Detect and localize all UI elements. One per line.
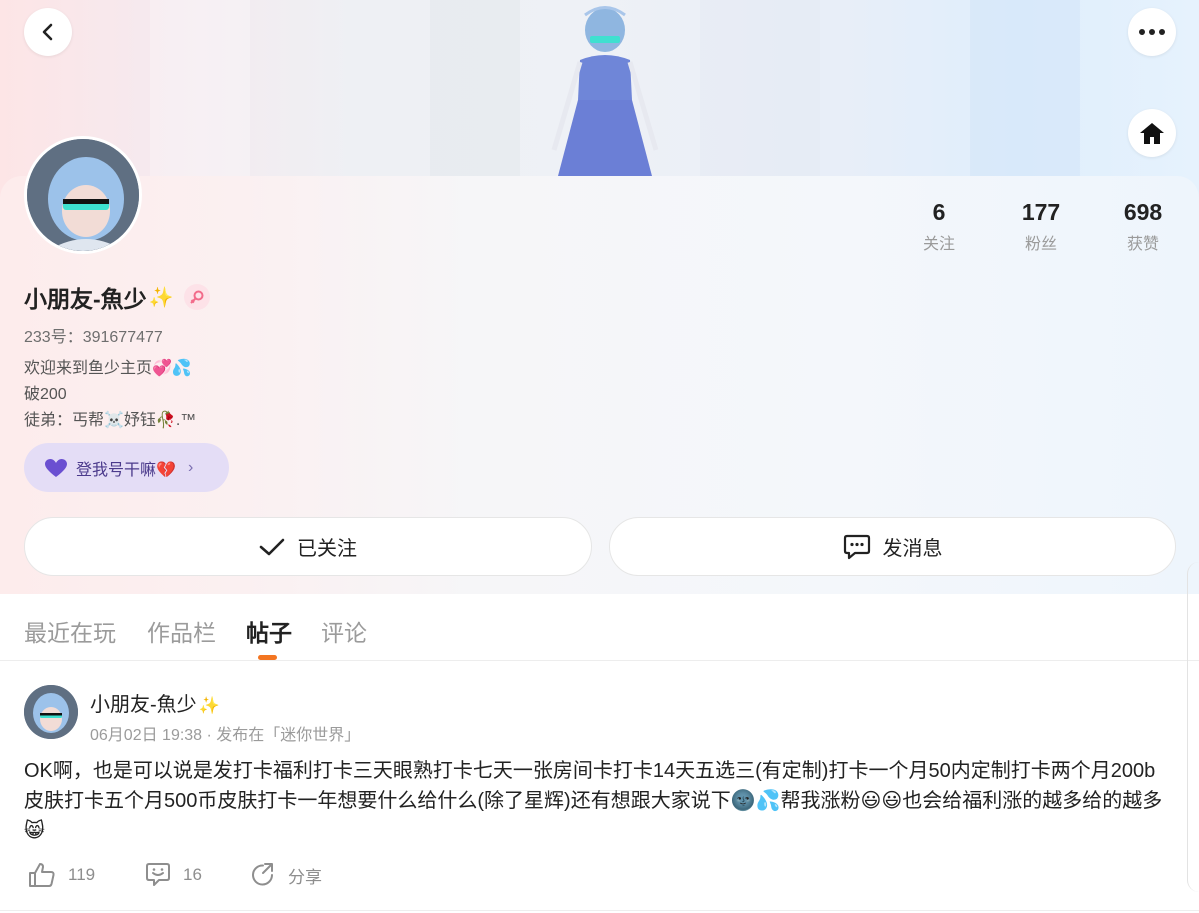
stat-fans-count: 177: [1021, 199, 1061, 225]
purple-heart-icon: [45, 458, 67, 477]
share-label: 分享: [288, 867, 322, 887]
post-meta: 06月02日 19:38 · 发布在「迷你世界」: [90, 727, 361, 744]
like-count: 119: [68, 865, 96, 884]
tag-pill-label: 登我号干嘛💔: [76, 461, 176, 479]
stat-likes-label: 获赞: [1126, 236, 1159, 253]
comment-button[interactable]: 16: [145, 862, 202, 888]
side-panel-edge: [1187, 562, 1199, 892]
home-icon: [1140, 123, 1164, 144]
tab-works[interactable]: 作品栏: [147, 614, 216, 648]
ellipsis-icon: [1139, 29, 1165, 35]
back-button[interactable]: [24, 8, 72, 56]
stat-following-count: 6: [932, 199, 946, 225]
tab-recently-played[interactable]: 最近在玩: [24, 614, 116, 648]
profile-stats: 6 关注 177 粉丝 698 获赞: [888, 198, 1194, 254]
profile-banner: [0, 0, 1199, 200]
chat-bubble-icon: [843, 534, 870, 559]
bio-line: 徒弟：丐帮☠️妤钰🥀.™: [24, 412, 197, 429]
comment-count: 16: [183, 865, 202, 884]
post-author-name[interactable]: 小朋友-魚少 ✨: [90, 688, 220, 717]
chevron-right-icon: ›: [187, 458, 194, 476]
chevron-left-icon: [42, 23, 53, 41]
post-author-name-text: 小朋友-魚少: [90, 694, 197, 716]
user-id: 233号：391677477: [24, 329, 163, 346]
stat-fans[interactable]: 177 粉丝: [990, 198, 1092, 254]
message-button-label: 发消息: [882, 538, 943, 560]
avatar[interactable]: [24, 136, 142, 254]
message-button[interactable]: 发消息: [609, 517, 1176, 576]
post-divider: [0, 910, 1199, 911]
checkmark-icon: [259, 538, 285, 555]
tab-comments[interactable]: 评论: [321, 614, 367, 648]
banner-character-image: [551, 6, 659, 176]
tab-posts[interactable]: 帖子: [246, 614, 292, 648]
followed-button-label: 已关注: [297, 538, 357, 560]
home-button[interactable]: [1128, 109, 1176, 157]
stat-following-label: 关注: [922, 236, 955, 253]
share-icon: [252, 863, 273, 886]
sparkle-icon: ✨: [198, 696, 220, 715]
sparkle-icon: ✨: [148, 286, 174, 309]
nickname-row: 小朋友-魚少 ✨: [24, 280, 210, 314]
stat-likes-count: 698: [1123, 199, 1163, 225]
thumbs-up-icon: [29, 863, 55, 887]
stat-following[interactable]: 6 关注: [888, 198, 990, 254]
followed-button[interactable]: 已关注: [24, 517, 592, 576]
like-button[interactable]: 119: [28, 862, 95, 888]
bio: 欢迎来到鱼少主页💞💦 破200 徒弟：丐帮☠️妤钰🥀.™: [24, 356, 196, 434]
stat-likes[interactable]: 698 获赞: [1092, 198, 1194, 254]
active-tab-indicator: [258, 655, 277, 660]
female-gender-icon: [183, 284, 210, 310]
comment-icon: [146, 863, 170, 886]
bio-line: 欢迎来到鱼少主页💞💦: [24, 360, 192, 377]
bio-line: 破200: [24, 386, 67, 403]
content-tabs: 最近在玩 作品栏 帖子 评论: [0, 594, 1199, 661]
more-button[interactable]: [1128, 8, 1176, 56]
post-body[interactable]: OK啊，也是可以说是发打卡福利打卡三天眼熟打卡七天一张房间卡打卡14天五选三(有…: [24, 756, 1174, 846]
post-author-avatar[interactable]: [24, 685, 78, 739]
profile-tag-pill[interactable]: 登我号干嘛💔 ›: [24, 443, 229, 492]
share-button[interactable]: 分享: [250, 862, 322, 888]
nickname: 小朋友-魚少: [24, 286, 147, 312]
stat-fans-label: 粉丝: [1024, 236, 1057, 253]
